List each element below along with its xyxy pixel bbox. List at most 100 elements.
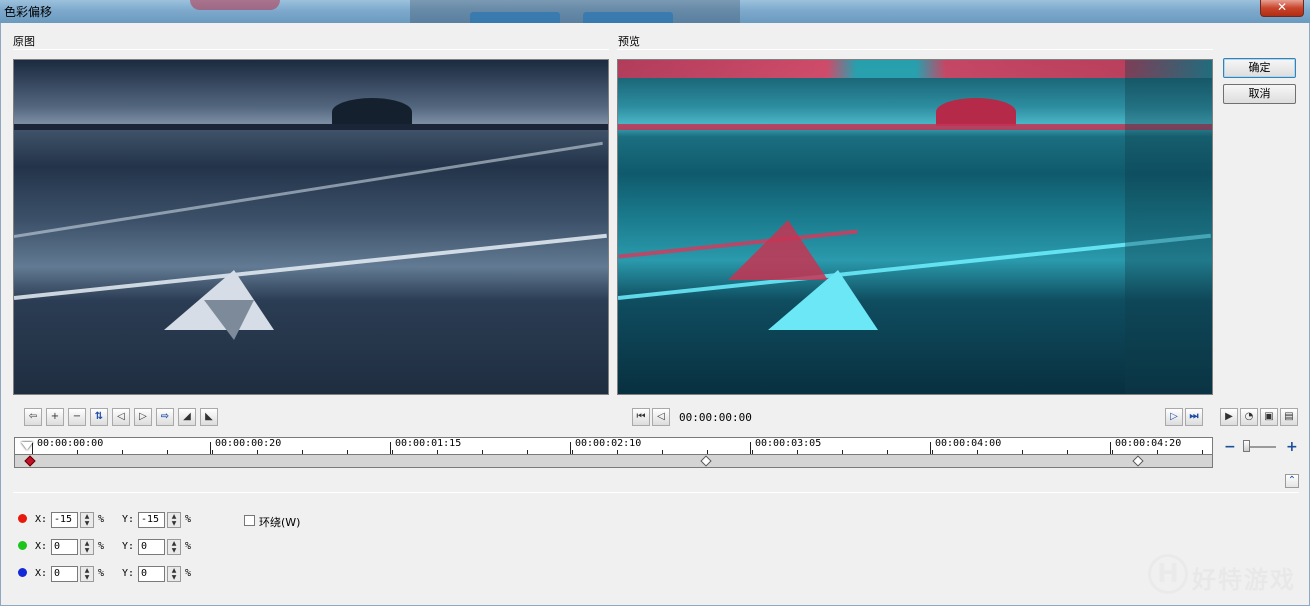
background-window [470,12,560,23]
y-label: Y: [122,568,135,579]
watermark-logo: H 好特游戏 [1148,554,1298,596]
divider [617,49,1213,50]
prev-frame-button[interactable]: ◁ [652,408,670,426]
x-unit: % [98,514,105,525]
timeline-major-tick [750,442,751,454]
background-window [190,0,280,10]
spin-down-icon[interactable]: ▼ [168,574,180,581]
x-unit: % [98,541,105,552]
spin-down-icon[interactable]: ▼ [81,574,93,581]
watermark-mark: H [1148,554,1188,594]
original-image [13,59,609,395]
x-spinner[interactable]: ▲ ▼ [80,539,94,555]
keyframe-track[interactable] [14,454,1213,468]
color-dot [18,541,27,550]
original-label: 原图 [13,35,35,48]
spin-down-icon[interactable]: ▼ [168,520,180,527]
close-button[interactable]: ✕ [1260,0,1304,17]
timeline-major-tick [930,442,931,454]
spin-up-icon[interactable]: ▲ [168,540,180,547]
ok-button[interactable]: 确定 [1223,58,1296,78]
remove-keyframe-button[interactable]: − [68,408,86,426]
keyframe-marker[interactable] [24,455,36,467]
y-offset-input[interactable]: 0 [138,539,165,555]
spin-up-icon[interactable]: ▲ [81,567,93,574]
fade-out-button[interactable]: ◣ [200,408,218,426]
x-label: X: [35,568,48,579]
divider [13,492,1299,493]
x-spinner[interactable]: ▲ ▼ [80,566,94,582]
fade-in-button[interactable]: ◢ [178,408,196,426]
timeline-major-tick [390,442,391,454]
x-label: X: [35,514,48,525]
collapse-button[interactable]: ⌃ [1285,474,1299,488]
background-window [583,12,673,23]
y-spinner[interactable]: ▲ ▼ [167,539,181,555]
monitor-icon[interactable]: ▣ [1260,408,1278,426]
spin-up-icon[interactable]: ▲ [168,567,180,574]
x-label: X: [35,541,48,552]
cancel-button[interactable]: 取消 [1223,84,1296,104]
keyframe-marker[interactable] [699,455,712,467]
timeline-tick-label: 00:00:02:10 [575,438,642,449]
wrap-label: 环绕(W) [259,516,301,529]
timeline-ruler[interactable]: 00:00:00:00 00:00:00:20 00:00:01:15 00:00:0… [14,437,1213,454]
next-keyframe-button[interactable]: ⇨ [156,408,174,426]
spin-down-icon[interactable]: ▼ [168,547,180,554]
play-icon[interactable]: ▶ [1220,408,1238,426]
move-left-button[interactable]: ◁ [112,408,130,426]
prev-keyframe-button[interactable]: ⇦ [24,408,42,426]
go-start-button[interactable]: ⏮ [632,408,650,426]
divider [13,49,609,50]
spin-down-icon[interactable]: ▼ [81,520,93,527]
zoom-out-icon[interactable]: − [1224,439,1236,455]
y-offset-input[interactable]: 0 [138,566,165,582]
x-spinner[interactable]: ▲ ▼ [80,512,94,528]
y-unit: % [185,514,192,525]
spin-down-icon[interactable]: ▼ [81,547,93,554]
go-end-button[interactable]: ⏭ [1185,408,1203,426]
background-window [410,0,740,23]
x-offset-input[interactable]: 0 [51,566,78,582]
timeline-tick-label: 00:00:03:05 [755,438,822,449]
y-spinner[interactable]: ▲ ▼ [167,566,181,582]
color-dot [18,568,27,577]
speed-icon[interactable]: ◔ [1240,408,1258,426]
wrap-checkbox[interactable] [244,515,255,526]
playhead-marker[interactable] [21,442,33,450]
move-right-button[interactable]: ▷ [134,408,152,426]
timecode-display: 00:00:00:00 [679,411,752,424]
timeline-tick-label: 00:00:04:00 [935,438,1002,449]
timeline-tick-label: 00:00:00:00 [37,438,104,449]
x-offset-input[interactable]: 0 [51,539,78,555]
zoom-slider-thumb[interactable] [1243,440,1250,452]
keyframe-marker[interactable] [1132,455,1144,467]
x-unit: % [98,568,105,579]
y-label: Y: [122,514,135,525]
next-frame-button[interactable]: ▷ [1165,408,1183,426]
timeline-major-tick [1110,442,1111,454]
y-unit: % [185,541,192,552]
timeline-tick-label: 00:00:00:20 [215,438,282,449]
x-offset-input[interactable]: -15 [51,512,78,528]
title-bar: 色彩偏移 ✕ [0,0,1310,23]
y-label: Y: [122,541,135,552]
spin-up-icon[interactable]: ▲ [81,513,93,520]
spin-up-icon[interactable]: ▲ [168,513,180,520]
add-keyframe-button[interactable]: + [46,408,64,426]
fullscreen-icon[interactable]: ▤ [1280,408,1298,426]
watermark-text: 好特游戏 [1192,566,1296,594]
timeline-tick-label: 00:00:01:15 [395,438,462,449]
preview-image [617,59,1213,395]
zoom-in-icon[interactable]: + [1286,439,1298,455]
preview-label: 预览 [618,35,640,48]
color-dot [18,514,27,523]
y-spinner[interactable]: ▲ ▼ [167,512,181,528]
reverse-keyframes-button[interactable]: ⇅ [90,408,108,426]
timeline-major-tick [570,442,571,454]
spin-up-icon[interactable]: ▲ [81,540,93,547]
y-offset-input[interactable]: -15 [138,512,165,528]
window-title: 色彩偏移 [4,5,53,19]
timeline-major-tick [210,442,211,454]
timeline-tick-label: 00:00:04:20 [1115,438,1182,449]
